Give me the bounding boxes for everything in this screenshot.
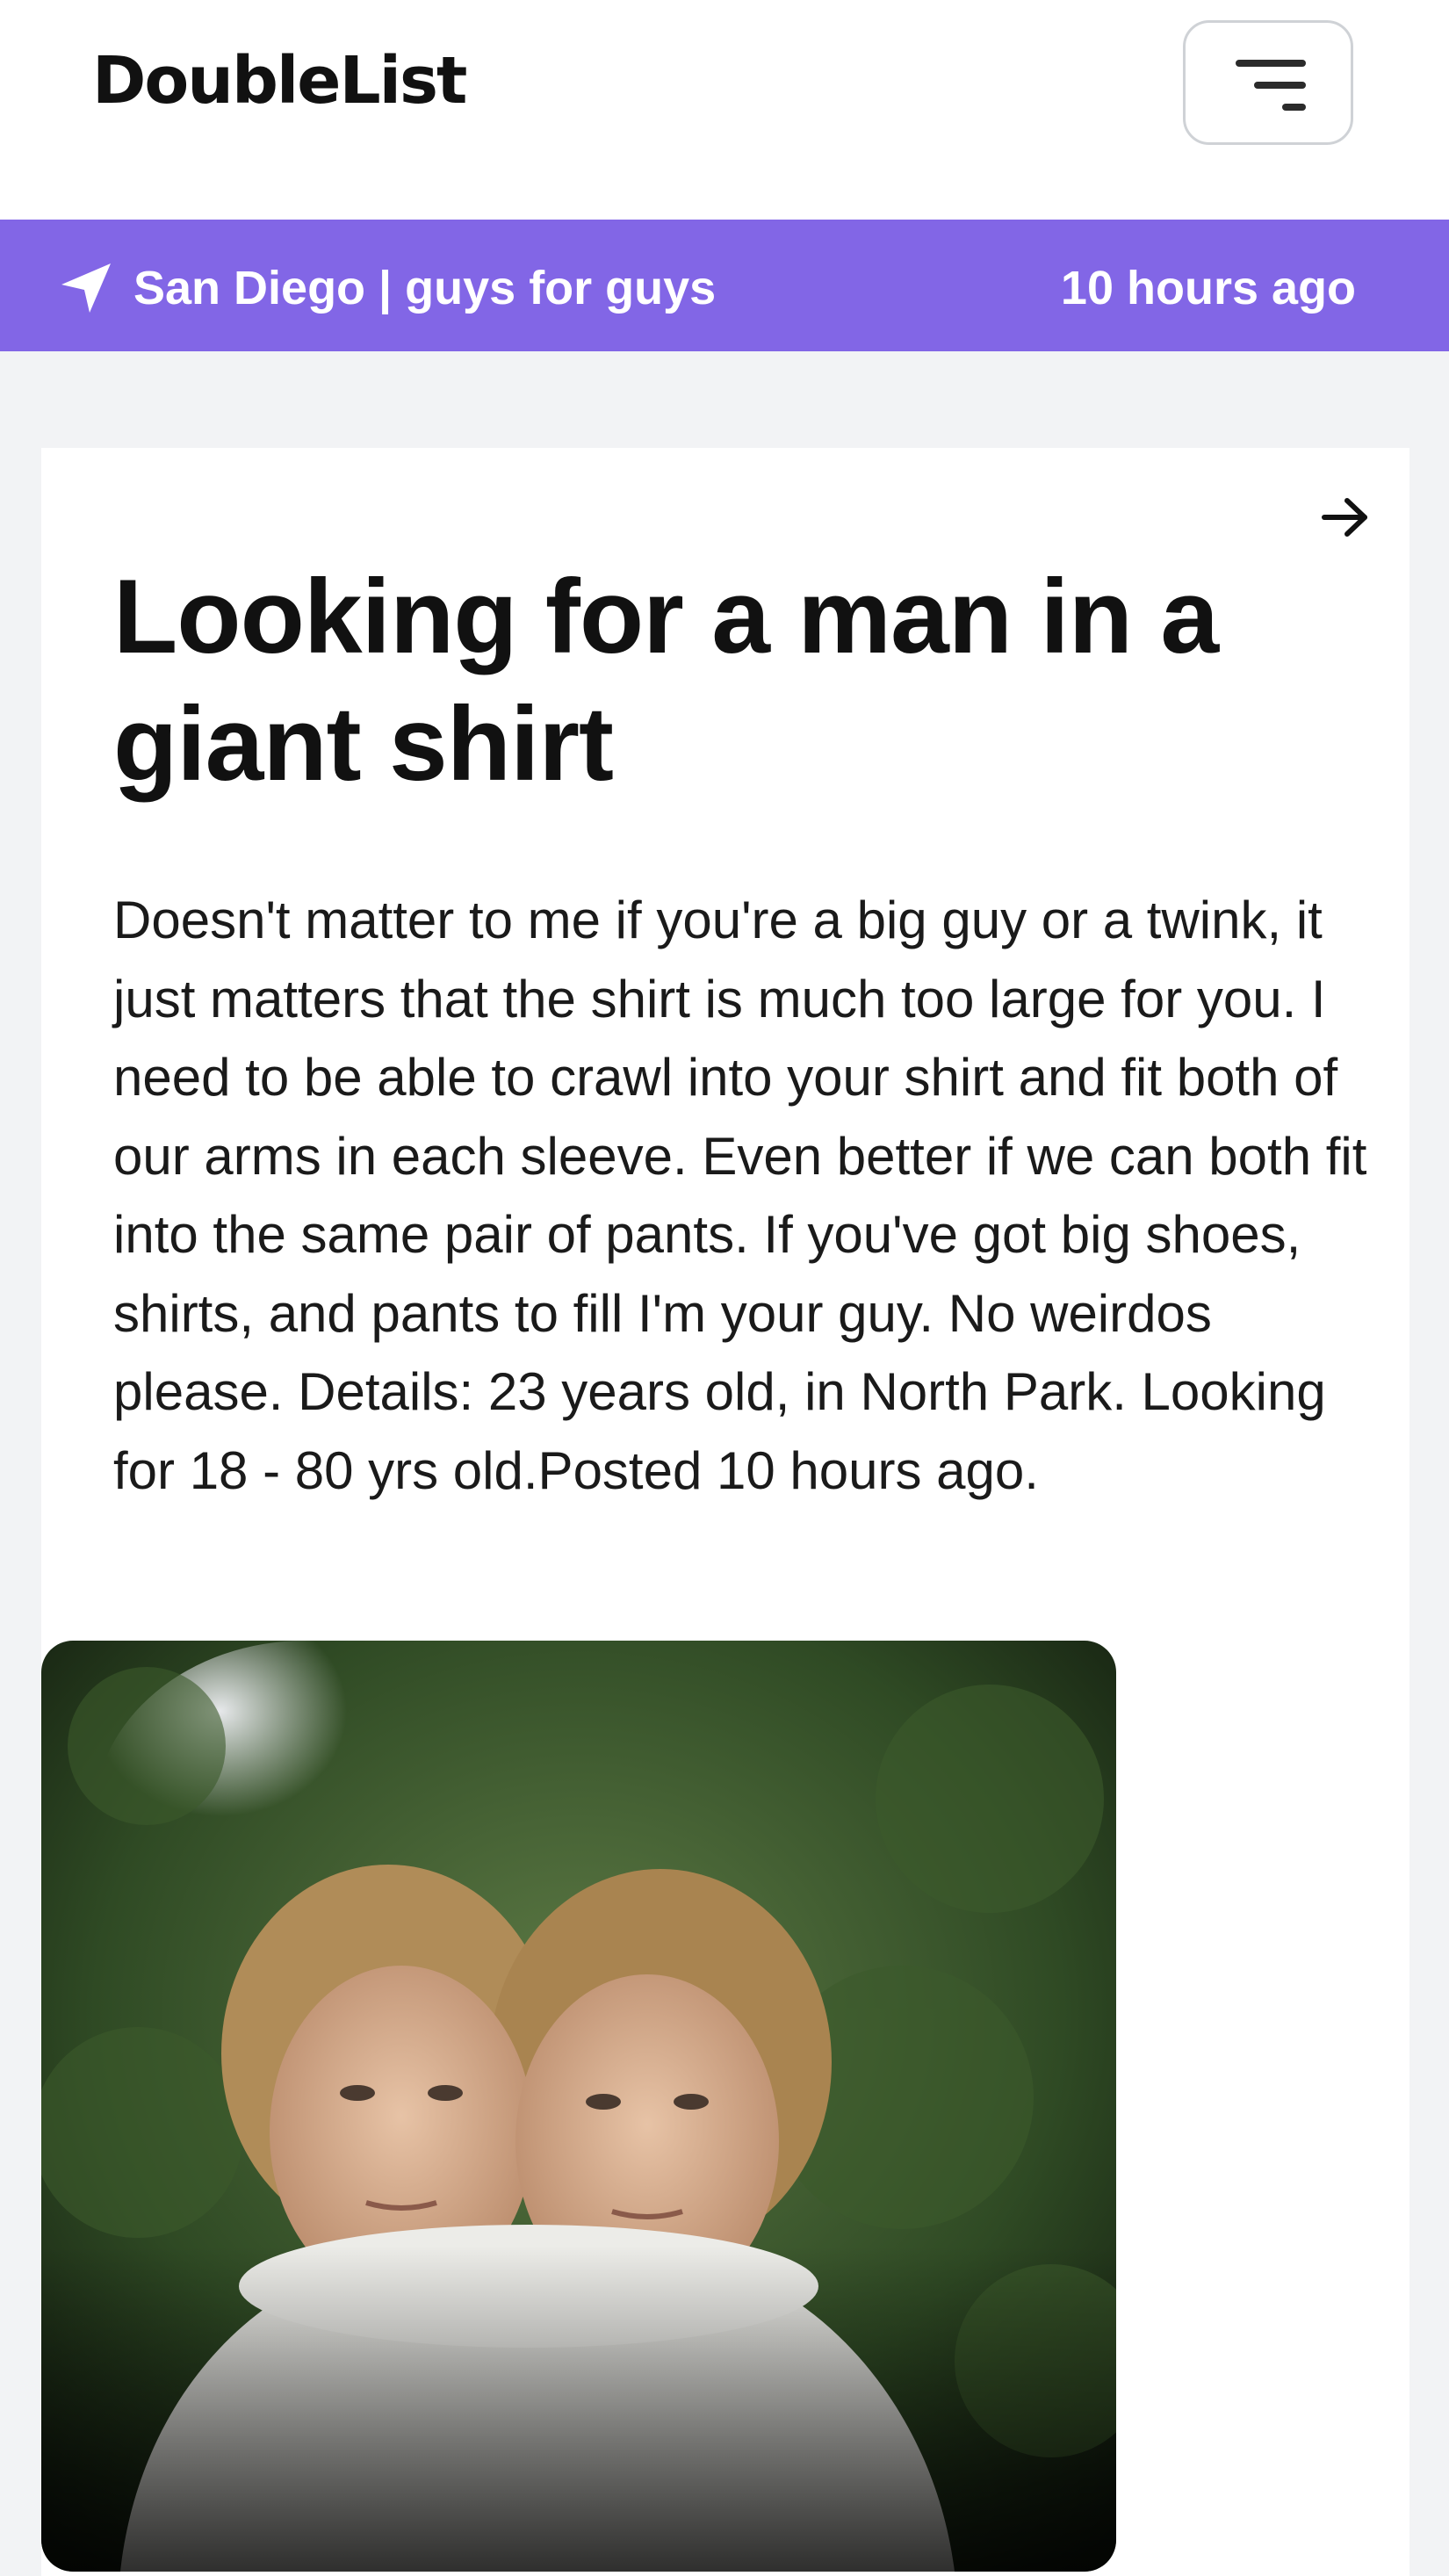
navigation-arrow-icon (61, 263, 111, 313)
post-body: Doesn't matter to me if you're a big guy… (113, 891, 1367, 1500)
location-category-label[interactable]: San Diego | guys for guys (133, 260, 716, 317)
posted-time: 10 hours ago (1060, 262, 1356, 314)
post-photo-image (41, 1641, 1116, 2572)
arrow-right-icon[interactable] (1321, 495, 1372, 539)
post-card: Looking for a man in a giant shirt Doesn… (41, 448, 1409, 2576)
menu-button[interactable] (1183, 20, 1353, 145)
top-header: DoubleList (0, 0, 1449, 220)
post-photo[interactable] (41, 1641, 1116, 2572)
location-bar: San Diego | guys for guys 10 hours ago (0, 220, 1449, 351)
site-logo[interactable]: DoubleList (92, 48, 467, 113)
post-title: Looking for a man in a giant shirt (113, 558, 1219, 803)
